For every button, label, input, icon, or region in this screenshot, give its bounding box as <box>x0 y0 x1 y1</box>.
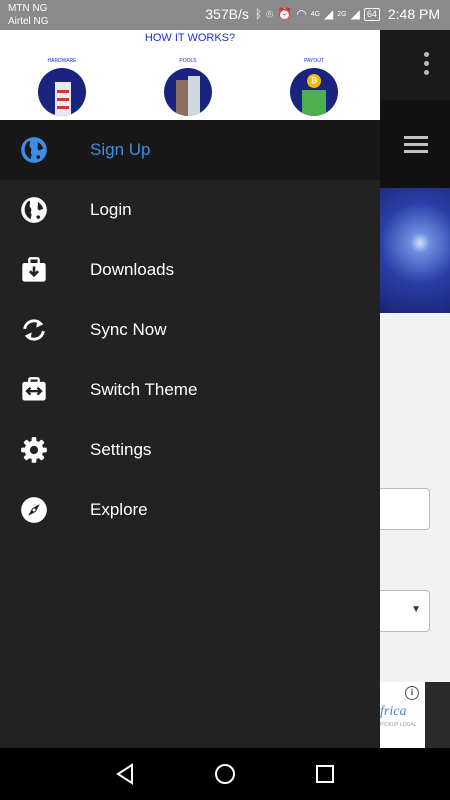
network-speed: 357B/s <box>205 6 249 22</box>
menu-item-switch-theme[interactable]: Switch Theme <box>0 360 380 420</box>
background-app: ▼ i frica PICKUP LOCAL <box>380 30 450 748</box>
hamburger-icon <box>404 136 428 157</box>
step-payout: PAYOUT ₿ <box>284 58 344 116</box>
ad-sub-text: PICKUP LOCAL <box>380 722 417 728</box>
menu-item-label: Downloads <box>90 260 175 279</box>
pools-icon <box>164 68 212 116</box>
location-icon: ⌾ <box>266 6 274 21</box>
overflow-menu-icon <box>424 52 430 79</box>
gear-icon <box>21 437 47 463</box>
step-label: PAYOUT <box>304 58 324 64</box>
alarm-icon: ⏰ <box>277 7 293 21</box>
battery-indicator: 64 <box>363 7 380 21</box>
menu-item-downloads[interactable]: Downloads <box>0 240 380 300</box>
menu-item-sync-now[interactable]: Sync Now <box>0 300 380 360</box>
step-pools: POOLS <box>158 58 218 116</box>
globe-icon <box>21 137 47 163</box>
background-hero-image <box>380 188 450 313</box>
carrier-1: MTN NG <box>8 3 48 14</box>
background-toolbar <box>380 30 450 100</box>
step-hardware: HARDWARE <box>32 58 92 116</box>
background-select: ▼ <box>380 590 430 632</box>
globe-icon <box>21 197 47 223</box>
menu-item-label: Settings <box>90 440 152 459</box>
background-dark-strip <box>425 682 450 748</box>
payout-icon: ₿ <box>290 68 338 116</box>
menu-item-label: Sign Up <box>90 140 151 159</box>
carrier-2: Airtel NG <box>8 16 49 27</box>
sync-icon <box>23 319 45 341</box>
signal-4g-label: 4G <box>310 10 321 18</box>
switch-theme-icon <box>22 377 46 401</box>
signal-icon: ◢ <box>324 7 334 21</box>
signal-icon-2: ◢ <box>350 7 360 21</box>
step-label: POOLS <box>179 58 197 64</box>
background-ad: i frica PICKUP LOCAL <box>380 682 425 748</box>
background-input-field <box>380 488 430 530</box>
status-icons: 357B/s ᛒ ⌾ ⏰ ◠ 4G ◢ 2G ◢ 64 2:48 PM <box>205 6 440 22</box>
system-nav-bar <box>0 748 450 800</box>
step-label: HARDWARE <box>47 58 77 64</box>
banner-title: HOW IT WORKS? <box>144 32 236 44</box>
background-navbar <box>380 100 450 188</box>
menu-item-label: Explore <box>90 500 148 519</box>
menu-item-label: Login <box>90 200 132 219</box>
hardware-icon <box>38 68 86 116</box>
how-it-works-banner[interactable]: HOW IT WORKS? HARDWARE POOLS PAYOUT ₿ <box>0 30 380 120</box>
briefcase-download-icon <box>22 257 46 282</box>
menu-item-label: Switch Theme <box>90 380 198 399</box>
wifi-icon: ◠ <box>296 7 307 21</box>
info-icon: i <box>405 686 419 700</box>
bluetooth-icon: ᛒ <box>254 7 263 21</box>
recents-icon[interactable] <box>313 762 337 786</box>
ad-brand-text: frica <box>380 704 407 719</box>
navigation-drawer: HOW IT WORKS? HARDWARE POOLS PAYOUT ₿ Si… <box>0 30 380 748</box>
status-bar: MTN NG Airtel NG 357B/s ᛒ ⌾ ⏰ ◠ 4G ◢ 2G … <box>0 0 450 30</box>
dropdown-arrow-icon: ▼ <box>411 604 421 615</box>
home-icon[interactable] <box>213 762 237 786</box>
back-icon[interactable] <box>113 762 137 786</box>
signal-2g-label: 2G <box>337 10 347 18</box>
clock: 2:48 PM <box>387 6 440 22</box>
menu-item-login[interactable]: Login <box>0 180 380 240</box>
menu-item-explore[interactable]: Explore <box>0 480 380 540</box>
menu-item-label: Sync Now <box>90 320 167 339</box>
menu-item-settings[interactable]: Settings <box>0 420 380 480</box>
menu-item-sign-up[interactable]: Sign Up <box>0 120 380 180</box>
compass-icon <box>21 497 47 523</box>
